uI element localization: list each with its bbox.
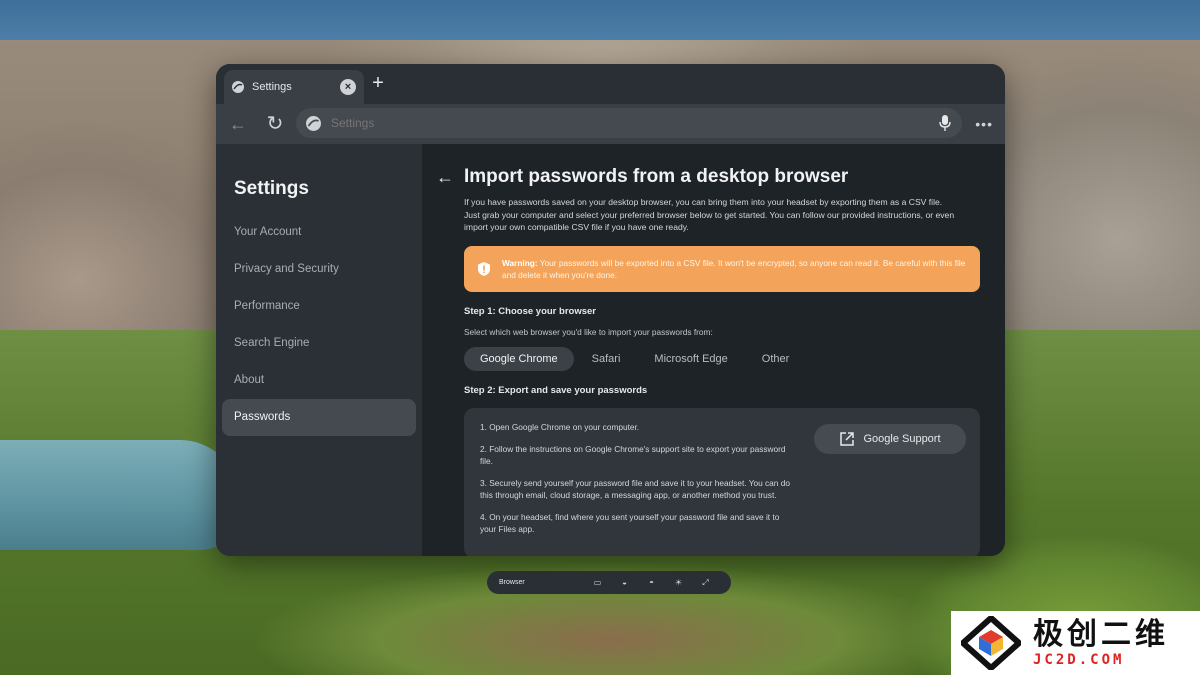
tab-microsoft-edge[interactable]: Microsoft Edge [638,347,743,371]
sidebar-item-about[interactable]: About [222,362,416,399]
shield-warning-icon [478,261,490,276]
settings-content: Settings Your Account Privacy and Securi… [216,144,1005,556]
tab-title: Settings [252,81,292,93]
toolbar: ← ↻ ••• [216,104,1005,144]
jc2d-logo-icon [961,616,1021,670]
browser-logo-icon [306,115,321,131]
watermark-text: 极创二维 JC2D.COM [1033,618,1169,668]
browser-selector: Google Chrome Safari Microsoft Edge Othe… [436,346,981,371]
instruction-step: 1. Open Google Chrome on your computer. [480,421,640,432]
river [0,440,240,550]
headset-icon[interactable]: ◒ [611,578,638,587]
system-dock: Browser ▭ ◒ ◓ ☀ ⤢ [487,571,731,594]
step2-heading: Step 2: Export and save your passwords [464,384,648,396]
step1-heading: Step 1: Choose your browser [464,305,596,317]
instructions-panel: 1. Open Google Chrome on your computer. … [464,407,980,556]
dock-label: Browser [499,579,525,586]
new-tab-icon[interactable]: + [366,72,390,96]
page-title: Import passwords from a desktop browser [464,166,849,187]
main-panel: ← Import passwords from a desktop browse… [422,144,1005,556]
warning-banner: Warning: Your passwords will be exported… [464,245,980,292]
instruction-step: 4. On your headset, find where you sent … [480,512,780,534]
tab-google-chrome[interactable]: Google Chrome [464,346,574,371]
controller-icon[interactable]: ◓ [638,578,665,587]
sidebar-title: Settings [234,178,309,199]
monitor-icon[interactable]: ▭ [584,578,611,587]
sidebar-item-search-engine[interactable]: Search Engine [222,325,416,362]
external-link-icon [840,431,855,446]
brightness-icon[interactable]: ☀ [665,578,692,587]
google-support-label: Google Support [863,432,941,445]
tab-bar: Settings × + [216,64,1005,104]
tab-other[interactable]: Other [746,347,806,371]
instruction-step: 3. Securely send yourself your password … [480,478,790,500]
warning-text: Warning: Your passwords will be exported… [502,257,968,281]
microphone-icon[interactable] [938,114,952,132]
intro-text: If you have passwords saved on your desk… [464,197,955,232]
browser-logo-icon [232,81,244,93]
google-support-button[interactable]: Google Support [814,423,966,454]
warning-label: Warning: [502,257,538,268]
watermark: 极创二维 JC2D.COM [951,611,1200,675]
more-options-icon[interactable]: ••• [975,114,993,134]
sidebar-item-privacy-and-security[interactable]: Privacy and Security [222,251,416,288]
back-arrow-icon[interactable]: ← [436,167,464,188]
watermark-chinese: 极创二维 [1033,618,1169,651]
address-input[interactable] [331,116,938,130]
page-header: ← Import passwords from a desktop browse… [436,166,981,188]
warning-message: Your passwords will be exported into a C… [502,257,966,280]
close-tab-icon[interactable]: × [340,79,356,95]
browser-window: Settings × + ← ↻ ••• Settings Your Accou… [216,64,1005,556]
expand-icon[interactable]: ⤢ [692,578,719,588]
tab-settings[interactable]: Settings × [224,70,364,104]
back-icon[interactable]: ← [228,114,248,134]
sidebar-item-performance[interactable]: Performance [222,288,416,325]
tab-safari[interactable]: Safari [576,347,637,371]
address-bar[interactable] [296,108,962,138]
step1-subtext: Select which web browser you'd like to i… [464,326,713,337]
sidebar-item-your-account[interactable]: Your Account [222,214,416,251]
reload-icon[interactable]: ↻ [264,113,286,135]
settings-sidebar: Settings Your Account Privacy and Securi… [216,144,422,556]
instruction-step: 2. Follow the instructions on Google Chr… [480,444,786,466]
sidebar-item-passwords[interactable]: Passwords [222,399,416,436]
watermark-domain: JC2D.COM [1033,652,1125,668]
